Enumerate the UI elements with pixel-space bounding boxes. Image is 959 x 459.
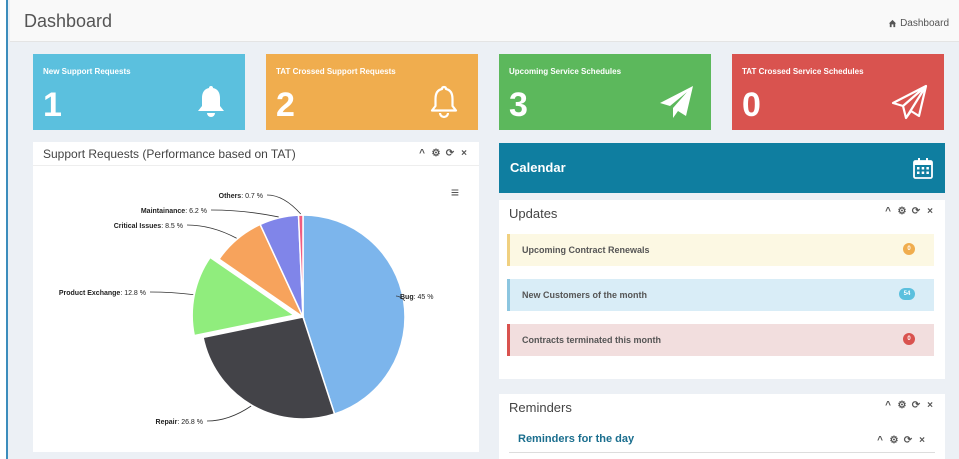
bell-icon [198,86,224,117]
pie-chart: Bug: 45 % Repair: 26.8 % Product Exchange:… [59,193,434,426]
panel-tools: ^ ⚙ ⟳ × [417,148,469,160]
collapse-icon[interactable]: ^ [417,148,427,160]
reminders-for-day-header: Reminders for the day ^ ⚙ ⟳ × [509,428,935,453]
collapse-icon[interactable]: ^ [883,400,893,412]
paper-plane-icon [660,86,693,118]
close-icon[interactable]: × [925,400,935,412]
tile-new-support-requests[interactable]: New Support Requests 1 [33,54,245,130]
panel-header: Updates ^ ⚙ ⟳ × [499,200,945,226]
gear-icon[interactable]: ⚙ [889,435,899,447]
refresh-icon[interactable]: ⟳ [903,435,913,447]
support-requests-panel: Support Requests (Performance based on T… [33,142,479,452]
pie-connector [210,209,279,218]
panel-title: Support Requests (Performance based on T… [43,147,296,161]
refresh-icon[interactable]: ⟳ [911,206,921,218]
refresh-icon[interactable]: ⟳ [445,148,455,160]
tile-upcoming-service-schedules[interactable]: Upcoming Service Schedules 3 [499,54,711,130]
panel-header: Reminders ^ ⚙ ⟳ × [499,394,945,420]
tile-tat-crossed-support-requests[interactable]: TAT Crossed Support Requests 2 [266,54,478,130]
panel-tools: ^ ⚙ ⟳ × [875,435,927,447]
close-icon[interactable]: × [917,435,927,447]
tile-label: TAT Crossed Service Schedules [742,67,864,76]
update-row-new-customers[interactable]: New Customers of the month 54 [507,279,934,311]
reminders-panel: Reminders ^ ⚙ ⟳ × Reminders for the day … [499,394,945,459]
update-label: Contracts terminated this month [522,335,662,345]
panel-tools: ^ ⚙ ⟳ × [883,206,935,218]
paper-plane-outline-icon [891,84,928,120]
gear-icon[interactable]: ⚙ [897,400,907,412]
tile-label: TAT Crossed Support Requests [276,67,396,76]
close-icon[interactable]: × [925,206,935,218]
pie-connector [266,194,302,215]
pie-label: Product Exchange: 12.8 % [59,290,146,297]
tile-value: 3 [509,86,528,124]
panel-title: Reminders [509,400,572,415]
collapse-icon[interactable]: ^ [875,435,885,447]
pie-label: Bug: 45 % [400,294,433,301]
pie-label: Others: 0.7 % [219,193,263,200]
tile-label: New Support Requests [43,67,131,76]
sidebar-edge [0,0,8,459]
count-badge: 0 [903,243,915,255]
panel-tools: ^ ⚙ ⟳ × [883,400,935,412]
calendar-title: Calendar [510,160,566,175]
panel-title: Updates [509,206,558,221]
count-badge: 54 [899,288,915,300]
tile-value: 0 [742,86,761,124]
count-badge: 0 [903,333,915,345]
updates-panel: Updates ^ ⚙ ⟳ × Upcoming Contract Renewa… [499,200,945,379]
tile-label: Upcoming Service Schedules [509,67,622,76]
calendar-panel[interactable]: Calendar [499,143,945,193]
home-icon [888,19,897,28]
page-title: Dashboard [24,11,113,31]
update-row-contracts-terminated[interactable]: Contracts terminated this month 0 [507,324,934,356]
reminders-subtitle: Reminders for the day [518,433,635,445]
panel-header: Support Requests (Performance based on T… [33,142,479,166]
calendar-icon [913,158,933,179]
pie-connector [206,405,252,422]
bell-outline-icon [430,85,458,119]
breadcrumb[interactable]: Dashboard [888,18,949,29]
page-header: Dashboard Dashboard [10,0,959,42]
breadcrumb-dashboard[interactable]: Dashboard [900,18,949,29]
tile-value: 2 [276,86,295,124]
pie-connector [149,291,194,296]
pie-label: Critical Issues: 8.5 % [114,223,183,230]
pie-label: Repair: 26.8 % [156,419,203,426]
pie-connector [186,224,237,239]
close-icon[interactable]: × [459,148,469,160]
refresh-icon[interactable]: ⟳ [911,400,921,412]
gear-icon[interactable]: ⚙ [897,206,907,218]
update-row-contract-renewals[interactable]: Upcoming Contract Renewals 0 [507,234,934,266]
update-label: New Customers of the month [522,290,648,300]
tile-tat-crossed-service-schedules[interactable]: TAT Crossed Service Schedules 0 [732,54,944,130]
collapse-icon[interactable]: ^ [883,206,893,218]
pie-label: Maintainance: 6.2 % [141,208,207,215]
update-label: Upcoming Contract Renewals [522,245,650,255]
gear-icon[interactable]: ⚙ [431,148,441,160]
tile-value: 1 [43,86,62,124]
